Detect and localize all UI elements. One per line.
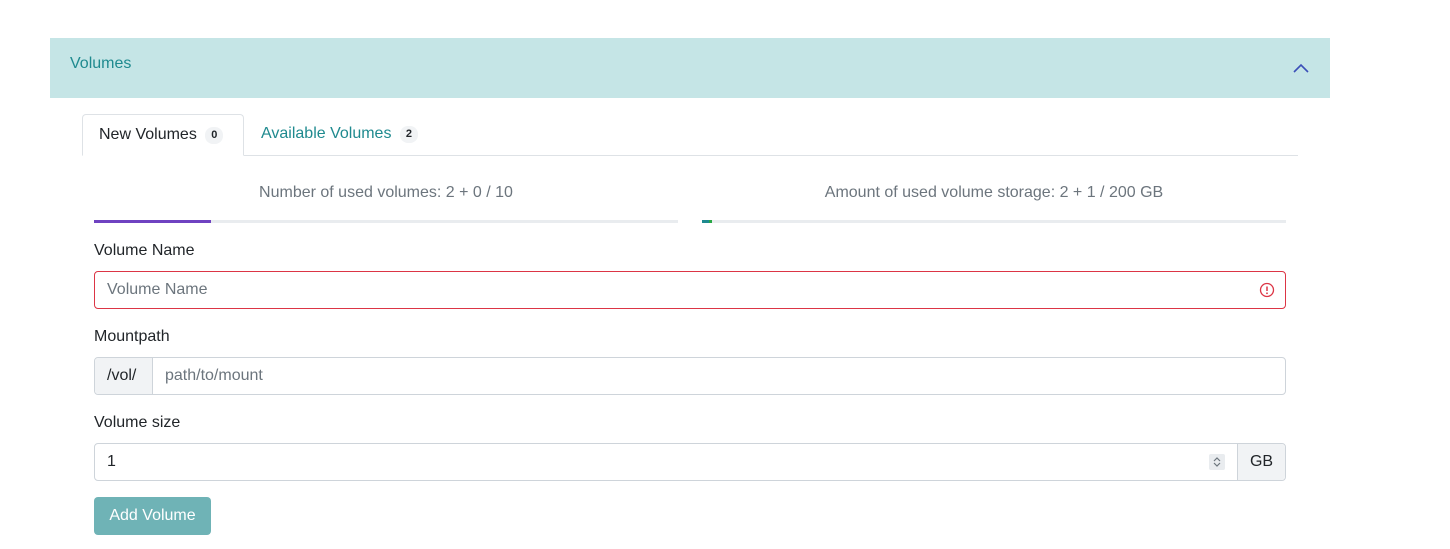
volume-tabs: New Volumes 0 Available Volumes 2 — [82, 114, 1298, 156]
used-volumes-fill — [94, 220, 211, 223]
mountpath-input[interactable]: path/to/mount — [165, 367, 263, 385]
used-storage-fill — [702, 220, 709, 223]
used-storage-label: Amount of used volume storage: 2 + 1 / 2… — [824, 184, 1164, 201]
used-volumes-progress — [94, 220, 678, 223]
volume-size-unit: GB — [1237, 444, 1285, 480]
add-volume-button[interactable]: Add Volume — [94, 497, 211, 535]
tab-new-volumes[interactable]: New Volumes 0 — [82, 114, 244, 156]
count-badge: 0 — [205, 127, 224, 144]
accordion-title: Volumes — [70, 55, 132, 72]
chevron-up-icon[interactable] — [1292, 59, 1310, 77]
volume-name-label: Volume Name — [94, 242, 195, 259]
volume-size-input[interactable]: 1 — [107, 453, 116, 471]
new-storage-fill — [709, 220, 712, 223]
mountpath-label: Mountpath — [94, 328, 170, 345]
tab-available-volumes[interactable]: Available Volumes 2 — [245, 114, 434, 156]
used-storage-progress — [702, 220, 1286, 223]
volume-size-label: Volume size — [94, 414, 181, 431]
used-volumes-label: Number of used volumes: 2 + 0 / 10 — [259, 184, 513, 201]
mountpath-prefix: /vol/ — [95, 358, 153, 394]
volume-size-field: 1 GB — [94, 443, 1286, 481]
volumes-accordion-header[interactable]: Volumes — [50, 38, 1330, 98]
mountpath-field: /vol/ path/to/mount — [94, 357, 1286, 395]
volume-name-placeholder: Volume Name — [107, 281, 208, 298]
tab-label: New Volumes — [99, 126, 197, 143]
volume-name-input[interactable]: Volume Name — [94, 271, 1286, 309]
tab-label: Available Volumes — [261, 125, 392, 142]
number-spinner-icon[interactable] — [1209, 454, 1225, 470]
count-badge: 2 — [399, 126, 419, 143]
error-icon — [1259, 282, 1275, 298]
